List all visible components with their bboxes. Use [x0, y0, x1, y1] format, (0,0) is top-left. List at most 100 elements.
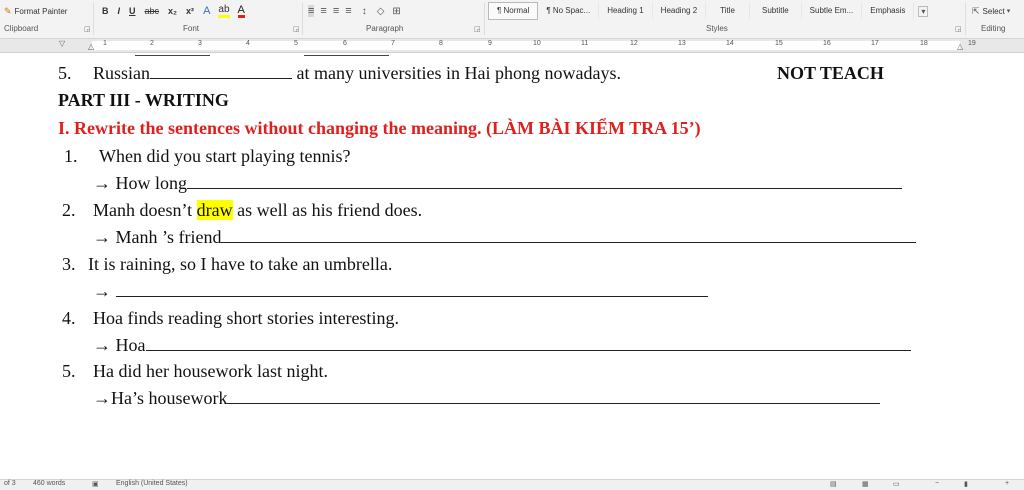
zoom-out-icon[interactable]: − — [935, 480, 939, 487]
ruler-number: 16 — [823, 40, 831, 47]
bold-button[interactable]: B — [102, 6, 109, 16]
zoom-slider[interactable]: ▮ — [964, 480, 968, 488]
dialog-launcher-icon[interactable]: ◲ — [293, 25, 300, 33]
item-5-sentence: 5. Ha did her housework last night. — [62, 361, 328, 382]
right-indent-marker-icon[interactable]: △ — [957, 42, 963, 51]
style-normal[interactable]: ¶ Normal — [488, 2, 539, 20]
group-label-font: Font — [183, 24, 200, 33]
justify-icon[interactable]: ≡ — [345, 5, 351, 17]
q5-tag: NOT TEACH — [777, 63, 884, 83]
item-number: 3. — [62, 254, 76, 274]
print-layout-icon[interactable]: ▦ — [862, 480, 869, 488]
answer-blank[interactable] — [145, 336, 911, 351]
paragraph-group: ≡ ≡ ≡ ≡ ↕ ◇ ⊞ — [308, 0, 401, 22]
ruler-number: 9 — [488, 40, 492, 47]
section-heading: I. Rewrite the sentences without changin… — [58, 118, 701, 138]
ruler-number: 14 — [726, 40, 734, 47]
highlight-color-icon[interactable]: ab — [218, 4, 230, 18]
prompt-text: → — [93, 281, 111, 301]
format-painter-icon: ✎ — [4, 5, 12, 16]
align-center-icon[interactable]: ≡ — [320, 5, 326, 17]
dialog-launcher-icon[interactable]: ◲ — [84, 25, 91, 33]
q5-line: 5. Russian at many universities in Hai ph… — [58, 63, 621, 84]
borders-icon[interactable]: ⊞ — [392, 6, 400, 17]
answer-blank[interactable] — [187, 174, 902, 189]
dialog-launcher-icon[interactable]: ◲ — [474, 25, 481, 33]
styles-more-icon[interactable]: ▾ — [918, 5, 929, 17]
item-4-prompt: → Hoa — [93, 335, 911, 356]
style-subtitle[interactable]: Subtitle — [750, 3, 802, 19]
indent-marker-icon[interactable]: △ — [88, 42, 94, 51]
select-icon: ⇱ — [972, 5, 980, 16]
answer-blank[interactable] — [227, 389, 881, 404]
page-count[interactable]: of 3 — [4, 480, 16, 487]
item-2-sentence: 2. Manh doesn’t draw as well as his frien… — [62, 200, 422, 221]
web-layout-icon[interactable]: ▭ — [893, 480, 900, 488]
ruler-number: 11 — [581, 40, 589, 47]
clipboard-group: ✎ Format Painter — [4, 0, 73, 22]
read-mode-icon[interactable]: ▤ — [830, 480, 837, 488]
item-1-prompt: → How long — [93, 173, 902, 194]
divider — [965, 3, 966, 35]
horizontal-ruler[interactable]: ▽ △ △ 1 2 3 4 5 6 7 8 9 10 11 12 13 14 1… — [0, 39, 1024, 53]
select-button[interactable]: Select — [983, 7, 1005, 16]
ruler-number: 19 — [968, 40, 976, 47]
text-effects-icon[interactable]: A — [203, 5, 210, 17]
italic-button[interactable]: I — [118, 6, 121, 16]
format-painter-button[interactable]: Format Painter — [15, 7, 68, 16]
item-4-sentence: 4. Hoa finds reading short stories intere… — [62, 308, 399, 329]
ruler-number: 1 — [103, 40, 107, 47]
document-page[interactable]: 5. Russian at many universities in Hai ph… — [0, 53, 1024, 479]
answer-blank[interactable] — [221, 228, 917, 243]
align-right-icon[interactable]: ≡ — [333, 5, 339, 17]
group-label-paragraph: Paragraph — [366, 24, 404, 33]
divider — [484, 3, 485, 35]
part-heading: PART III - WRITING — [58, 90, 229, 110]
indent-marker-icon[interactable]: ▽ — [59, 39, 65, 48]
font-color-icon[interactable]: A — [237, 4, 245, 18]
zoom-in-icon[interactable]: + — [1005, 480, 1009, 487]
group-label-editing: Editing — [981, 24, 1006, 33]
style-heading-1[interactable]: Heading 1 — [599, 3, 653, 19]
style-no-spacing[interactable]: ¶ No Spac... — [538, 3, 600, 19]
ruler-number: 17 — [871, 40, 879, 47]
item-1-sentence: 1. When did you start playing tennis? — [64, 146, 350, 167]
item-text: Hoa finds reading short stories interest… — [93, 308, 399, 328]
divider — [302, 3, 303, 35]
group-label-clipboard: Clipboard — [4, 24, 39, 33]
ribbon: ✎ Format Painter B I U abc x₂ x² A ab A … — [0, 0, 1024, 39]
style-title[interactable]: Title — [706, 3, 750, 19]
divider — [93, 3, 94, 35]
ruler-number: 8 — [439, 40, 443, 47]
subscript-button[interactable]: x₂ — [168, 6, 177, 16]
dialog-launcher-icon[interactable]: ◲ — [955, 25, 962, 33]
previous-line-blank — [304, 55, 389, 56]
superscript-button[interactable]: x² — [186, 6, 194, 16]
ruler-number: 3 — [198, 40, 202, 47]
ruler-number: 5 — [294, 40, 298, 47]
style-emphasis[interactable]: Emphasis — [862, 3, 915, 19]
item-number: 1. — [64, 146, 78, 166]
chevron-down-icon[interactable]: ▾ — [1007, 7, 1011, 15]
style-subtle-emphasis[interactable]: Subtle Em... — [802, 3, 863, 19]
strikethrough-button[interactable]: abc — [145, 6, 160, 16]
style-heading-2[interactable]: Heading 2 — [653, 3, 707, 19]
item-text: Ha did her housework last night. — [93, 361, 328, 381]
align-left-icon[interactable]: ≡ — [308, 5, 315, 17]
line-spacing-icon[interactable]: ↕ — [362, 6, 367, 17]
item-text: It is raining, so I have to take an umbr… — [88, 254, 393, 274]
word-count[interactable]: 460 words — [33, 480, 65, 487]
ruler-number: 10 — [533, 40, 541, 47]
underline-button[interactable]: U — [129, 6, 136, 16]
shading-icon[interactable]: ◇ — [377, 6, 385, 17]
editing-group: ⇱ Select ▾ — [972, 0, 1010, 22]
language-indicator[interactable]: English (United States) — [116, 480, 188, 487]
item-number: 4. — [62, 308, 76, 328]
font-group: B I U abc x₂ x² A ab A — [102, 0, 245, 22]
status-bar: of 3 460 words ▣ English (United States)… — [0, 479, 1024, 490]
proofing-icon[interactable]: ▣ — [92, 480, 99, 488]
answer-blank[interactable] — [115, 282, 708, 297]
answer-blank[interactable] — [150, 64, 293, 79]
ruler-number: 7 — [391, 40, 395, 47]
prompt-text: → Manh ’s friend — [93, 227, 222, 247]
